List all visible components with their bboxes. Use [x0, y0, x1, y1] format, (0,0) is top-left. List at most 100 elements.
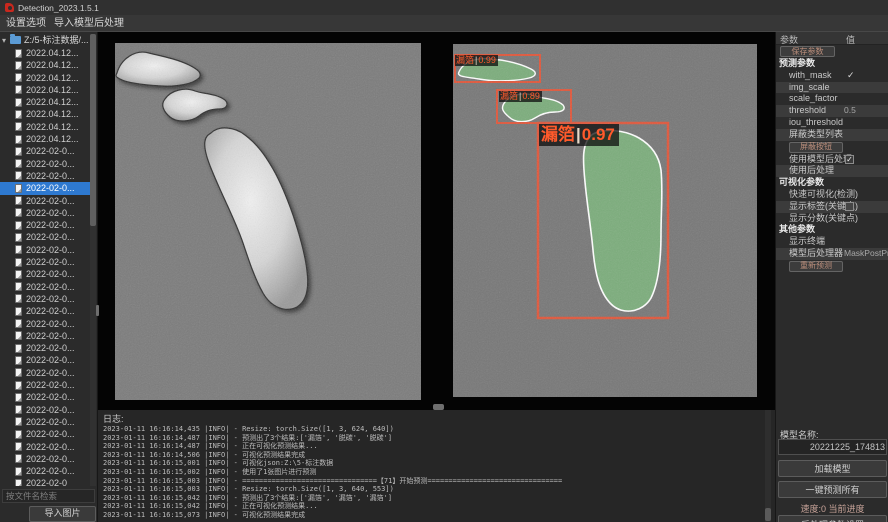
tree-item-label: 2022-02-0... [26, 319, 75, 329]
param-row[interactable]: 快速可视化(检测) [776, 189, 888, 201]
tree-item[interactable]: 2022-02-0... [0, 293, 90, 305]
tree-expand-icon[interactable]: ▾ [2, 34, 10, 47]
tree-item[interactable]: 2022-02-0... [0, 219, 90, 231]
file-icon [15, 454, 22, 463]
tree-item[interactable]: 2022.04.12... [0, 84, 90, 96]
param-name: 显示终端 [789, 236, 825, 246]
file-icon [15, 122, 22, 131]
tree-item[interactable]: 2022.04.12... [0, 133, 90, 145]
tree-item[interactable]: 2022-02-0... [0, 367, 90, 379]
param-name: 快速可视化(检测) [789, 189, 858, 199]
param-row[interactable]: 显示标签(关键点) [776, 201, 888, 213]
param-action-button[interactable]: 屏蔽按钮 [789, 142, 843, 153]
tree-item[interactable]: 2022-02-0... [0, 404, 90, 416]
param-row[interactable]: 屏蔽类型列表 [776, 129, 888, 141]
tree-item-label: 2022-02-0... [26, 306, 75, 316]
tree-item[interactable]: 2022-02-0... [0, 158, 90, 170]
tree-root-folder[interactable]: ▾Z:/5-标注数据/... [0, 34, 90, 47]
tree-item-label: 2022.04.12... [26, 97, 79, 107]
tree-item[interactable]: 2022-02-0... [0, 195, 90, 207]
file-icon [15, 184, 22, 193]
tree-item[interactable]: 2022.04.12... [0, 121, 90, 133]
param-row[interactable]: 使用模型后处理✓ [776, 154, 888, 166]
tree-item[interactable]: 2022-02-0... [0, 207, 90, 219]
param-row[interactable]: 使用后处理 [776, 165, 888, 177]
search-input[interactable] [2, 489, 95, 503]
log-scrollbar-thumb[interactable] [765, 508, 771, 521]
param-row[interactable]: with_mask✓ [776, 70, 888, 82]
tree-item[interactable]: 2022.04.12... [0, 96, 90, 108]
param-row[interactable]: 显示终端 [776, 236, 888, 248]
predict-all-button[interactable]: 一键预测所有 [778, 481, 887, 498]
param-row[interactable]: img_scale [776, 82, 888, 94]
model-name-value[interactable]: 20221225_174813 [778, 439, 887, 455]
tree-item[interactable]: 2022.04.12... [0, 59, 90, 71]
tree-item[interactable]: 2022-02-0... [0, 379, 90, 391]
param-section-header: 预测参数 [776, 58, 888, 70]
tree-item[interactable]: 2022-02-0... [0, 416, 90, 428]
tree-item-label: 2022-02-0... [26, 368, 75, 378]
param-value: 0.5 [844, 105, 856, 117]
checkbox-checked[interactable]: ✓ [845, 155, 854, 164]
log-line: 2023-01-11 16:16:15,003 |INFO| - =======… [103, 477, 763, 486]
tree-item[interactable]: 2022-02-0... [0, 453, 90, 465]
param-row[interactable]: 模型后处理器MaskPostPro [776, 248, 888, 260]
file-icon [15, 319, 22, 328]
checkbox-empty[interactable] [845, 202, 854, 211]
param-row[interactable]: 显示分数(关键点) [776, 213, 888, 225]
tree-item-label: 2022.04.12... [26, 85, 79, 95]
tree-item[interactable]: 2022-02-0... [0, 428, 90, 440]
tree-item[interactable]: 2022-02-0... [0, 465, 90, 477]
tree-item[interactable]: 2022-02-0... [0, 391, 90, 403]
tree-item[interactable]: 2022-02-0... [0, 182, 90, 194]
tree-item[interactable]: 2022.04.12... [0, 47, 90, 59]
file-icon [15, 368, 22, 377]
tree-scrollbar-thumb[interactable] [90, 34, 96, 226]
source-image-panel[interactable] [115, 43, 421, 400]
tree-item[interactable]: 2022-02-0... [0, 330, 90, 342]
param-row[interactable]: threshold0.5 [776, 105, 888, 117]
tree-item[interactable]: 2022-02-0... [0, 256, 90, 268]
save-params-button[interactable]: 保存参数 [780, 46, 835, 57]
tree-item[interactable]: 2022-02-0... [0, 342, 90, 354]
tree-scrollbar[interactable] [90, 34, 96, 486]
postprocess-settings-button[interactable]: 后处理参数设置 [778, 515, 887, 522]
param-name: scale_factor [789, 93, 838, 103]
tree-item-label: 2022-02-0 [26, 478, 67, 486]
tree-item[interactable]: 2022-02-0 [0, 477, 90, 486]
param-row[interactable]: iou_threshold [776, 117, 888, 129]
log-console[interactable]: 日志: 2023-01-11 16:16:14,435 |INFO| - Res… [98, 410, 775, 522]
param-action-button[interactable]: 重新预测 [789, 261, 843, 272]
menu-item-settings[interactable]: 设置选项 [2, 17, 50, 30]
tree-item-label: 2022.04.12... [26, 109, 79, 119]
file-icon [15, 405, 22, 414]
tree-item[interactable]: 2022-02-0... [0, 244, 90, 256]
param-row[interactable]: scale_factor [776, 93, 888, 105]
tree-item[interactable]: 2022-02-0... [0, 354, 90, 366]
tree-item[interactable]: 2022-02-0... [0, 305, 90, 317]
tree-item[interactable]: 2022.04.12... [0, 108, 90, 120]
vertical-splitter-handle[interactable] [96, 305, 99, 316]
menu-item-import-postprocess[interactable]: 导入模型后处理 [50, 17, 128, 30]
tree-item[interactable]: 2022-02-0... [0, 441, 90, 453]
tree-item-label: 2022-02-0... [26, 232, 75, 242]
tree-item-label: 2022.04.12... [26, 134, 79, 144]
tree-item[interactable]: 2022-02-0... [0, 268, 90, 280]
tree-item[interactable]: 2022-02-0... [0, 170, 90, 182]
prediction-image-panel[interactable]: 漏箔|0.99 漏箔|0.89 漏箔|0.97 [453, 44, 757, 397]
log-scrollbar[interactable] [765, 410, 771, 522]
tree-item[interactable]: 2022-02-0... [0, 231, 90, 243]
tree-item[interactable]: 2022-02-0... [0, 281, 90, 293]
tree-item-label: 2022-02-0... [26, 417, 75, 427]
tree-item[interactable]: 2022-02-0... [0, 318, 90, 330]
file-icon [15, 381, 22, 390]
file-tree[interactable]: ▾Z:/5-标注数据/... 2022.04.12...2022.04.12..… [0, 34, 90, 486]
file-icon [15, 282, 22, 291]
tree-item[interactable]: 2022.04.12... [0, 72, 90, 84]
file-icon [15, 159, 22, 168]
load-model-button[interactable]: 加载模型 [778, 460, 887, 477]
file-icon [15, 356, 22, 365]
tree-item[interactable]: 2022-02-0... [0, 145, 90, 157]
app-icon [5, 3, 14, 12]
import-image-button[interactable]: 导入图片 [29, 506, 96, 522]
